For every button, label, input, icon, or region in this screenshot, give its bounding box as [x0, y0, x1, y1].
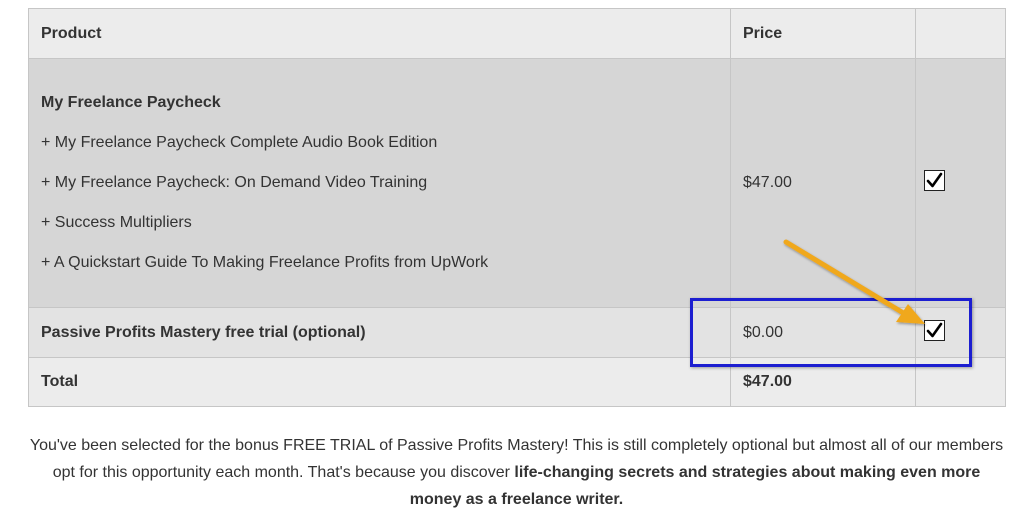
checkout-page: Product Price My Freelance Paycheck + My…: [0, 0, 1024, 511]
trial-description: You've been selected for the bonus FREE …: [28, 432, 1005, 511]
